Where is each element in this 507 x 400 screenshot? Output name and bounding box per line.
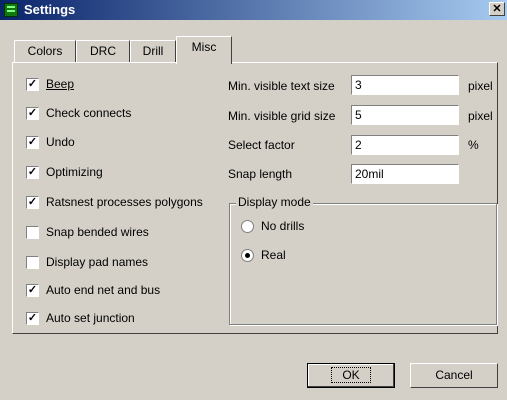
check-connects-checkbox[interactable]: ✓ (26, 107, 39, 120)
display-mode-title: Display mode (236, 195, 313, 209)
auto-set-junction-checkbox[interactable]: ✓ (26, 312, 39, 325)
snap-bended-wires-checkbox[interactable] (26, 226, 39, 239)
snap-length-label: Snap length (228, 167, 293, 181)
real-label: Real (261, 248, 286, 262)
select-factor-unit: % (468, 138, 479, 152)
tab-misc[interactable]: Misc (176, 36, 232, 64)
check-connects-label: Check connects (46, 106, 132, 120)
no-drills-label: No drills (261, 219, 305, 233)
tab-drc[interactable]: DRC (76, 40, 130, 62)
min-grid-size-label: Min. visible grid size (228, 109, 336, 123)
snap-length-input[interactable]: 20mil (351, 164, 459, 184)
beep-label: Beep (46, 77, 75, 91)
real-radio[interactable] (241, 249, 254, 262)
undo-label: Undo (46, 135, 75, 149)
auto-end-net-checkbox[interactable]: ✓ (26, 284, 39, 297)
window-title: Settings (24, 2, 76, 17)
cancel-button[interactable]: Cancel (410, 363, 498, 388)
beep-checkbox[interactable]: ✓ (26, 78, 39, 91)
tab-colors[interactable]: Colors (14, 40, 76, 62)
select-factor-input[interactable]: 2 (351, 135, 459, 155)
ratsnest-polygons-label: Ratsnest processes polygons (46, 195, 203, 209)
min-text-size-input[interactable]: 3 (351, 75, 459, 95)
display-pad-names-checkbox[interactable] (26, 256, 39, 269)
select-factor-label: Select factor (228, 138, 295, 152)
undo-checkbox[interactable]: ✓ (26, 136, 39, 149)
optimizing-checkbox[interactable]: ✓ (26, 166, 39, 179)
auto-set-junction-label: Auto set junction (46, 311, 135, 325)
min-text-size-label: Min. visible text size (228, 79, 335, 93)
app-icon (4, 3, 18, 17)
snap-bended-wires-label: Snap bended wires (46, 225, 149, 239)
title-bar[interactable]: Settings ✕ (0, 0, 507, 20)
ok-button[interactable]: OK (307, 363, 395, 388)
optimizing-label: Optimizing (46, 165, 103, 179)
display-pad-names-label: Display pad names (46, 255, 149, 269)
min-grid-size-unit: pixel (468, 109, 493, 123)
no-drills-radio[interactable] (241, 220, 254, 233)
ratsnest-polygons-checkbox[interactable]: ✓ (26, 196, 39, 209)
tab-drill[interactable]: Drill (130, 40, 176, 62)
settings-dialog: Settings ✕ Colors DRC Drill Misc ✓ Beep … (0, 0, 507, 400)
min-grid-size-input[interactable]: 5 (351, 105, 459, 125)
close-button[interactable]: ✕ (489, 2, 505, 16)
auto-end-net-label: Auto end net and bus (46, 283, 161, 297)
min-text-size-unit: pixel (468, 79, 493, 93)
